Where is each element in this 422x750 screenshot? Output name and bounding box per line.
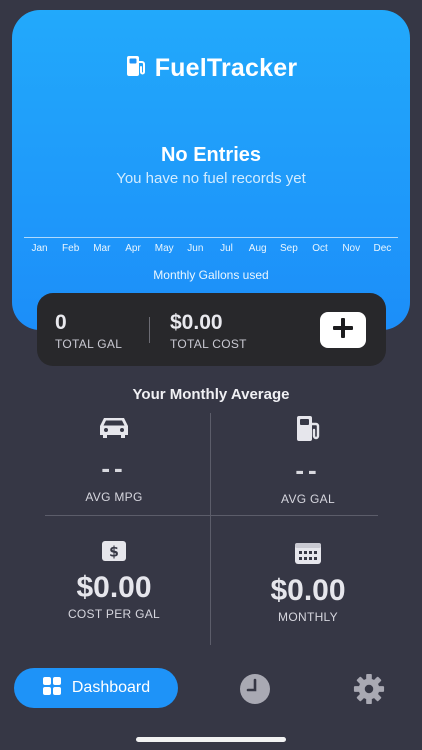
monthly-cost-value: $0.00 bbox=[270, 574, 346, 607]
grid-divider-horizontal bbox=[45, 515, 378, 516]
fuel-pump-icon bbox=[294, 414, 322, 449]
avg-gal-value: -- bbox=[295, 455, 321, 485]
cost-per-gal-label: COST PER GAL bbox=[67, 607, 161, 621]
total-cost-value: $0.00 bbox=[170, 311, 223, 334]
app-title-light: Tracker bbox=[206, 54, 298, 82]
monthly-average-title: Your Monthly Average bbox=[132, 386, 290, 403]
totals-summary: 0 TOTAL GAL $0.00 TOTAL COST bbox=[37, 293, 386, 366]
month-label: May bbox=[154, 243, 174, 254]
month-label: Feb bbox=[62, 243, 80, 254]
total-cost: $0.00 TOTAL COST bbox=[170, 311, 247, 351]
total-gallons: 0 TOTAL GAL bbox=[55, 311, 122, 351]
avg-mpg-label: AVG MPG bbox=[85, 490, 143, 504]
calendar-icon bbox=[294, 541, 322, 570]
monthly-cost-label: MONTHLY bbox=[278, 610, 338, 624]
empty-state-subtitle: You have no fuel records yet bbox=[116, 170, 306, 187]
month-label: Sep bbox=[279, 243, 298, 254]
month-label: Oct bbox=[312, 243, 328, 254]
avg-gal-cell: -- AVG GAL bbox=[218, 414, 398, 506]
monthly-cost-cell: $0.00 MONTHLY bbox=[218, 541, 398, 624]
bottom-tab-bar: Dashboard bbox=[0, 665, 422, 713]
gear-icon bbox=[352, 673, 386, 709]
month-label: Mar bbox=[93, 243, 111, 254]
month-label: Nov bbox=[342, 243, 361, 254]
app-brand: FuelTracker bbox=[12, 54, 410, 83]
clock-icon bbox=[238, 674, 272, 709]
cost-per-gal-value: $0.00 bbox=[76, 571, 152, 604]
avg-gal-label: AVG GAL bbox=[281, 492, 335, 506]
chart-caption: Monthly Gallons used bbox=[153, 268, 269, 282]
avg-mpg-cell: -- AVG MPG bbox=[24, 414, 204, 504]
chart-month-labels: Jan Feb Mar Apr May Jun Jul Aug Sep Oct … bbox=[24, 243, 398, 254]
chart-axis-line bbox=[24, 237, 398, 238]
month-label: Jun bbox=[187, 243, 204, 254]
fuel-pump-icon bbox=[125, 54, 147, 83]
dollar-icon: $ bbox=[101, 540, 127, 567]
empty-state-title: No Entries bbox=[160, 144, 262, 166]
tab-dashboard[interactable]: Dashboard bbox=[14, 668, 178, 708]
tab-dashboard-label: Dashboard bbox=[71, 679, 151, 696]
header-card: FuelTracker No Entries You have no fuel … bbox=[12, 10, 410, 330]
svg-text:$: $ bbox=[109, 545, 119, 561]
summary-divider bbox=[149, 317, 150, 343]
app-title: FuelTracker bbox=[155, 54, 298, 83]
month-label: Dec bbox=[373, 243, 392, 254]
month-label: Aug bbox=[248, 243, 267, 254]
tab-settings[interactable] bbox=[352, 673, 386, 710]
month-label: Jul bbox=[220, 243, 233, 254]
total-gallons-label: TOTAL GAL bbox=[55, 337, 123, 351]
month-label: Jan bbox=[31, 243, 48, 254]
car-icon bbox=[97, 414, 131, 445]
grid-icon bbox=[42, 676, 62, 701]
home-indicator bbox=[136, 737, 286, 742]
avg-mpg-value: -- bbox=[101, 453, 127, 483]
app-title-bold: Fuel bbox=[154, 54, 207, 82]
add-entry-button[interactable] bbox=[320, 312, 366, 348]
tab-history[interactable] bbox=[238, 673, 272, 710]
cost-per-gal-cell: $ $0.00 COST PER GAL bbox=[24, 540, 204, 621]
total-gallons-value: 0 bbox=[55, 311, 67, 334]
plus-icon bbox=[332, 317, 354, 344]
total-cost-label: TOTAL COST bbox=[170, 337, 247, 351]
month-label: Apr bbox=[125, 243, 141, 254]
grid-divider-vertical bbox=[210, 413, 211, 645]
